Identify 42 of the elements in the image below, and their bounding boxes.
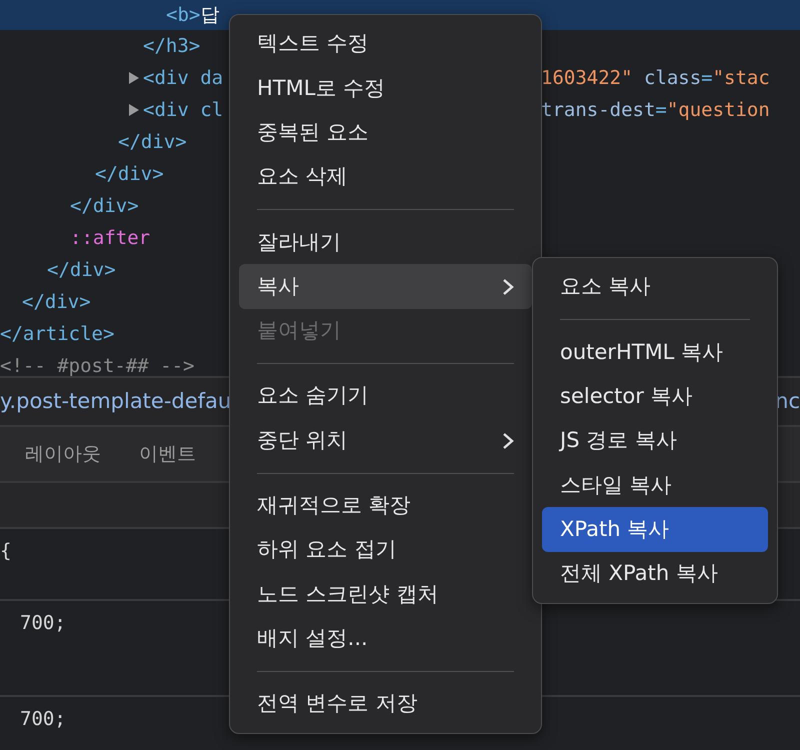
code-line: <!-- #post-## --> — [0, 354, 194, 376]
menu-item[interactable]: 중단 위치 — [239, 418, 532, 463]
panel-tab[interactable]: 레이아웃 — [25, 440, 101, 468]
code-line: </div> — [95, 162, 164, 187]
menu-item[interactable]: 잘라내기 — [239, 220, 532, 264]
menu-item[interactable]: 요소 삭제 — [239, 154, 532, 200]
menu-item[interactable]: 하위 요소 접기 — [239, 528, 532, 572]
menu-item[interactable]: 노드 스크린샷 캡처 — [239, 572, 532, 617]
menu-item[interactable]: XPath 복사 — [542, 507, 768, 552]
menu-item[interactable]: selector 복사 — [542, 374, 768, 419]
style-declaration: 700; — [20, 612, 66, 634]
code-line: </div> — [70, 194, 139, 219]
menu-item[interactable]: 스타일 복사 — [542, 463, 768, 508]
code-line: </article> — [0, 322, 114, 347]
code-line: </div> — [22, 290, 91, 315]
menu-item[interactable]: HTML로 수정 — [239, 66, 532, 111]
style-declaration: 700; — [20, 708, 66, 730]
breadcrumb-path[interactable]: y.post-template-defau — [0, 386, 232, 418]
node-code: <b>답 — [166, 2, 220, 28]
menu-item[interactable]: 배지 설정... — [239, 616, 532, 661]
menu-item[interactable]: 전역 변수로 저장 — [239, 682, 532, 726]
code-line: 1603422" class="stac — [541, 66, 770, 89]
code-line: <div da — [143, 66, 224, 91]
expand-triangle-icon[interactable] — [128, 71, 140, 85]
code-line: ::after — [70, 226, 150, 251]
code-line: <div cl — [143, 98, 224, 123]
menu-item[interactable]: outerHTML 복사 — [542, 330, 768, 375]
menu-item[interactable]: 텍스트 수정 — [239, 22, 532, 66]
style-declaration: { — [0, 540, 12, 562]
menu-item[interactable]: 전체 XPath 복사 — [542, 552, 768, 596]
code-line: </div> — [47, 258, 116, 283]
code-line: </h3> — [143, 34, 200, 59]
menu-item[interactable]: 복사 — [239, 264, 532, 309]
expand-triangle-icon[interactable] — [128, 103, 140, 117]
menu-item[interactable]: 요소 숨기기 — [239, 374, 532, 418]
menu-item[interactable]: 요소 복사 — [542, 265, 768, 310]
menu-item[interactable]: 재귀적으로 확장 — [239, 484, 532, 528]
menu-item[interactable]: JS 경로 복사 — [542, 418, 768, 464]
code-line: </div> — [118, 130, 187, 155]
menu-item[interactable]: 중복된 요소 — [239, 110, 532, 155]
panel-tab[interactable]: 이벤트 — [139, 440, 196, 468]
code-line: trans-dest="question — [541, 98, 770, 121]
